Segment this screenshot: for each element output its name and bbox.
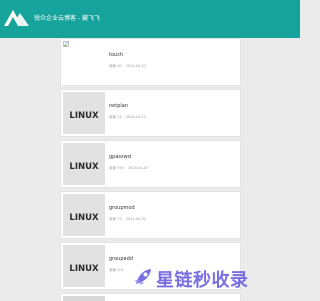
post-card-touch[interactable]: touch 阅读 40 2024-04-22 (60, 38, 241, 86)
thumb-text: LINUX (69, 264, 99, 274)
watermark: 星链秒收录 (132, 266, 282, 291)
post-title[interactable]: groupmod (109, 205, 135, 211)
post-date: 2024-04-22 (125, 64, 147, 68)
thumb-text: LINUX (69, 111, 99, 121)
post-title[interactable]: netplan (109, 103, 128, 109)
linux-logo-thumbnail[interactable]: LINUX (63, 143, 105, 185)
watermark-text: 星链秒收录 (156, 270, 249, 291)
post-title[interactable]: touch (109, 52, 123, 58)
thumb-text: LINUX (69, 213, 99, 223)
rocket-icon (135, 269, 151, 285)
linux-logo-thumbnail[interactable] (63, 296, 105, 301)
post-views: 阅读 40 (109, 64, 122, 68)
post-views: 阅读 101 (109, 268, 124, 272)
linux-logo-thumbnail[interactable]: LINUX (63, 245, 105, 287)
thumb-text: LINUX (69, 162, 99, 172)
post-meta: 阅读 40 2024-04-22 (109, 64, 149, 69)
post-card-netplan[interactable]: LINUX netplan 阅读 14 2024-04-12 (60, 89, 241, 137)
post-date: 2024-04-07 (127, 166, 149, 170)
post-meta: 阅读 77 2024-04-02 (109, 217, 149, 222)
post-card-groupmod[interactable]: LINUX groupmod 阅读 77 2024-04-02 (60, 191, 241, 239)
post-card-gpasswd[interactable]: LINUX gpasswd 阅读 395 2024-04-07 (60, 140, 241, 188)
site-logo[interactable] (3, 7, 31, 27)
post-views: 阅读 77 (109, 217, 122, 221)
post-title[interactable]: groupadd (109, 256, 133, 262)
post-views: 阅读 14 (109, 115, 122, 119)
post-meta: 阅读 14 2024-04-12 (109, 115, 149, 120)
post-meta: 阅读 395 2024-04-07 (109, 166, 151, 171)
linux-logo-thumbnail[interactable]: LINUX (63, 194, 105, 236)
post-date: 2024-04-02 (125, 217, 147, 221)
post-date: 2024-04-12 (125, 115, 147, 119)
broken-image-icon (63, 41, 69, 47)
post-meta: 阅读 101 (109, 268, 130, 273)
post-title[interactable]: gpasswd (109, 154, 131, 160)
site-title[interactable]: 锐众企业云博客 - 藏飞飞 (34, 13, 100, 22)
linux-logo-thumbnail[interactable]: LINUX (63, 92, 105, 134)
header-bar: 锐众企业云博客 - 藏飞飞 (0, 0, 300, 38)
post-list: touch 阅读 40 2024-04-22 LINUX netplan 阅读 … (60, 38, 241, 301)
post-views: 阅读 395 (109, 166, 124, 170)
